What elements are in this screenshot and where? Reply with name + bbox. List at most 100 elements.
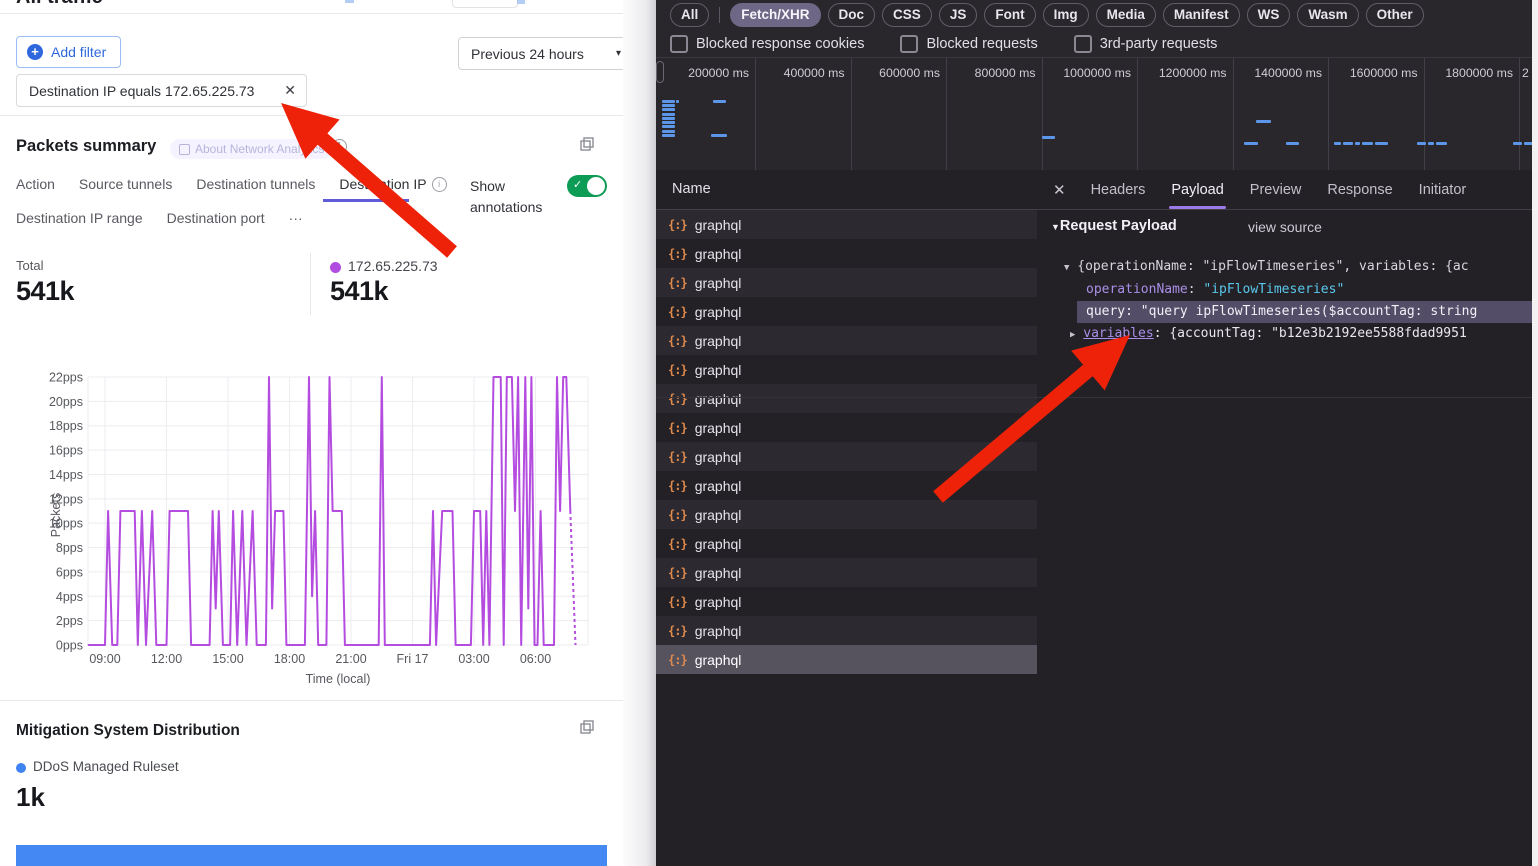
request-row[interactable]: {:}graphql [656,645,1037,674]
network-overview-timeline[interactable]: 200000 ms400000 ms600000 ms800000 ms1000… [656,57,1532,172]
request-row[interactable]: {:}graphql [656,616,1037,645]
checkbox-box [1074,35,1092,53]
request-name: graphql [695,304,742,320]
payload-query-row[interactable]: query: "query ipFlowTimeseries($accountT… [1086,304,1532,319]
waterfall-bar [662,113,675,116]
tab-destinationport[interactable]: Destination port [167,210,265,226]
request-row[interactable]: {:}graphql [656,413,1037,442]
detail-tab-initiator[interactable]: Initiator [1419,170,1467,209]
info-icon: i [432,177,447,192]
y-axis-title: Packets [49,493,63,537]
checkbox-label: 3rd-party requests [1100,36,1218,52]
mitigation-legend-dot [16,763,26,773]
request-name: graphql [695,594,742,610]
about-network-analytics-badge[interactable]: About Network Analytics [170,139,333,159]
request-row[interactable]: {:}graphql [656,558,1037,587]
request-row[interactable]: {:}graphql [656,268,1037,297]
filter-pill-fetchxhr[interactable]: Fetch/XHR [730,3,820,27]
timeline-tick-label: 1400000 ms [1234,66,1322,80]
json-braces-icon: {:} [668,421,687,435]
filter-pill-ws[interactable]: WS [1247,3,1291,27]
request-row[interactable]: {:}graphql [656,471,1037,500]
x-tick-label: 12:00 [151,652,182,666]
tab-destination-ip[interactable]: Destination IP i [339,176,446,192]
clock-icon [332,139,347,154]
waterfall-bar [662,121,675,124]
filter-pill-other[interactable]: Other [1366,3,1424,27]
json-braces-icon: {:} [668,566,687,580]
tab-destinationiprange[interactable]: Destination IP range [16,210,143,226]
waterfall-bar [662,100,675,103]
packets-timeseries-chart: 0pps2pps4pps6pps8pps10pps12pps14pps16pps… [0,365,623,690]
detail-tab-payload[interactable]: Payload [1171,170,1223,209]
series-legend-dot [330,262,341,273]
tab-action[interactable]: Action [16,176,55,192]
tab-source-tunnels[interactable]: Source tunnels [79,176,172,192]
detail-tab-response[interactable]: Response [1327,170,1392,209]
checkbox-blocked-response-cookies[interactable]: Blocked response cookies [670,35,864,53]
request-row[interactable]: {:}graphql [656,297,1037,326]
request-row[interactable]: {:}graphql [656,326,1037,355]
series-line [89,377,571,645]
x-tick-label: 03:00 [458,652,489,666]
y-tick-label: 20pps [49,395,83,409]
waterfall-bar [1286,142,1299,145]
filter-pill-font[interactable]: Font [984,3,1035,27]
filter-pill-css[interactable]: CSS [882,3,932,27]
filter-pill-doc[interactable]: Doc [828,3,876,27]
mitigation-legend-label: DDoS Managed Ruleset [33,759,179,774]
json-braces-icon: {:} [668,653,687,667]
series-value: 541k [330,276,388,307]
request-row[interactable]: {:}graphql [656,355,1037,384]
y-tick-label: 8pps [56,541,83,555]
request-row[interactable]: {:}graphql [656,529,1037,558]
request-name: graphql [695,362,742,378]
filter-pill-wasm[interactable]: Wasm [1297,3,1358,27]
popout-icon[interactable] [580,137,594,151]
payload-preview-line[interactable]: ▼ {operationName: "ipFlowTimeseries", va… [1064,259,1532,274]
filter-pill-js[interactable]: JS [939,3,978,27]
request-row[interactable]: {:}graphql [656,239,1037,268]
waterfall-bar [1513,142,1522,145]
tab-[interactable]: ··· [289,210,303,226]
show-annotations-toggle[interactable]: ✓ [567,175,607,197]
timeline-tick-label: 1800000 ms [1425,66,1513,80]
request-row[interactable]: {:}graphql [656,384,1037,413]
detail-tab-preview[interactable]: Preview [1250,170,1302,209]
total-value: 541k [16,276,74,307]
view-source-link[interactable]: view source [1248,219,1322,235]
tab-label: Destination IP [339,176,426,192]
checkbox-3rd-party-requests[interactable]: 3rd-party requests [1074,35,1218,53]
filter-pill-all[interactable]: All [670,3,709,27]
checkbox-blocked-requests[interactable]: Blocked requests [900,35,1037,53]
payload-variables-row[interactable]: ▶ variables: {accountTag: "b12e3b2192ee5… [1070,326,1532,341]
request-payload-section[interactable]: ▼Request Payload [1051,218,1177,234]
clipped-control [517,0,525,4]
request-row[interactable]: {:}graphql [656,500,1037,529]
detail-tab-headers[interactable]: Headers [1091,170,1146,209]
request-name: graphql [695,275,742,291]
triangle-right-icon: ▶ [1070,330,1075,340]
waterfall-bar [1375,142,1388,145]
name-column-header[interactable]: Name [656,170,1037,210]
tab-destination-tunnels[interactable]: Destination tunnels [196,176,315,192]
x-tick-label: 18:00 [274,652,305,666]
close-icon[interactable]: ✕ [1053,181,1066,199]
json-braces-icon: {:} [668,392,687,406]
add-filter-button[interactable]: + Add filter [16,36,121,68]
filter-chip[interactable]: Destination IP equals 172.65.225.73 ✕ [16,74,307,107]
time-range-dropdown[interactable]: Previous 24 hours ▾ [458,37,623,70]
remove-filter-icon[interactable]: ✕ [284,82,296,99]
request-row[interactable]: {:}graphql [656,210,1037,239]
tab-label: Action [16,176,55,192]
filter-pill-img[interactable]: Img [1043,3,1089,27]
waterfall-bar [1417,142,1426,145]
request-row[interactable]: {:}graphql [656,587,1037,616]
filter-pill-manifest[interactable]: Manifest [1163,3,1240,27]
request-row[interactable]: {:}graphql [656,442,1037,471]
waterfall-bar [1362,142,1373,145]
tab-label: Destination tunnels [196,176,315,192]
popout-icon[interactable] [580,720,594,734]
filter-pill-media[interactable]: Media [1096,3,1156,27]
timeline-tick-label: 400000 ms [757,66,845,80]
